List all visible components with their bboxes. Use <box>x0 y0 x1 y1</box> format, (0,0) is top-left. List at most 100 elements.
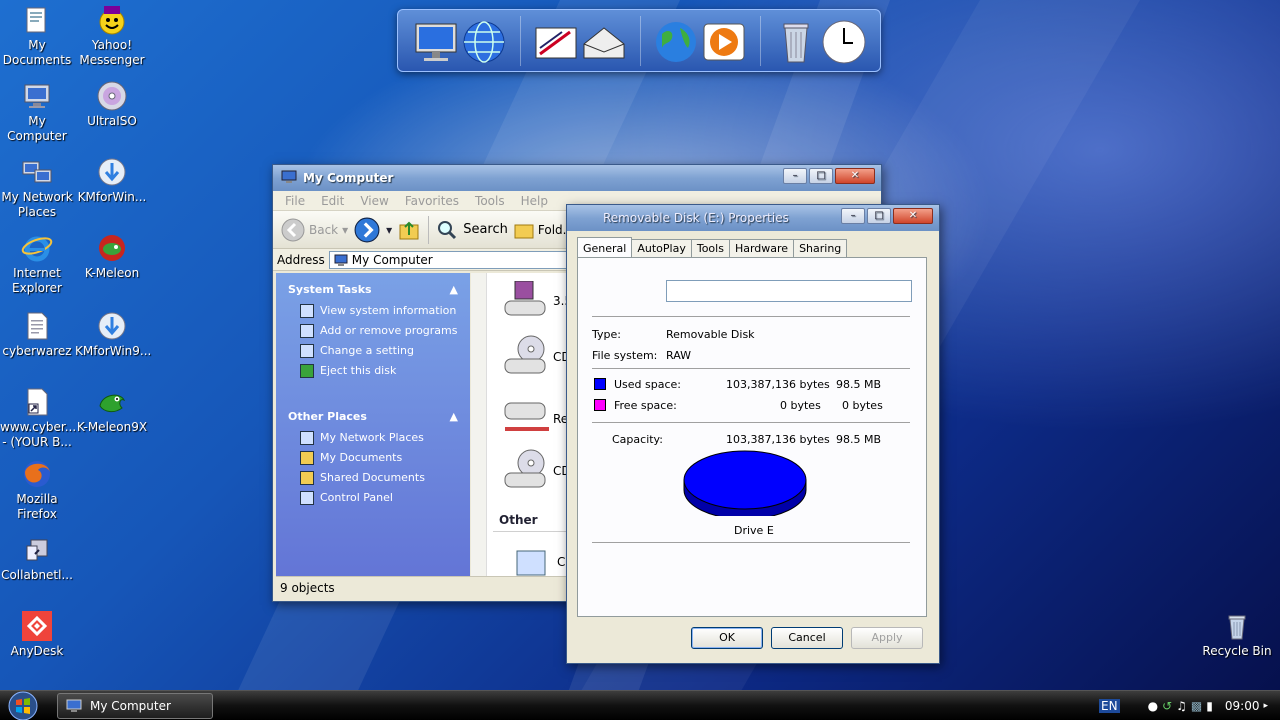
dock-mail-icon[interactable] <box>580 18 628 66</box>
collapse-icon[interactable]: ▲ <box>450 410 458 423</box>
place-my-documents[interactable]: My Documents <box>288 451 458 465</box>
drive-item[interactable]: 3.5 <box>501 281 572 321</box>
desktop-icon-kmforwin9[interactable]: KMforWin9... <box>75 310 151 359</box>
desktop-icon-label: Collabnetl... <box>1 568 73 582</box>
tab-tools[interactable]: Tools <box>690 239 730 257</box>
desktop-icon-k-meleon9x[interactable]: K-Meleon9X <box>75 386 149 435</box>
dock-earth-icon[interactable] <box>652 18 700 66</box>
task-add-remove-programs[interactable]: Add or remove programs <box>288 324 458 338</box>
menu-view[interactable]: View <box>360 194 388 208</box>
taskbar-item-my-computer[interactable]: My Computer <box>57 693 213 719</box>
tray-safely-remove-icon[interactable]: ▩ <box>1191 699 1202 713</box>
kmeleon9x-icon <box>96 386 128 418</box>
desktop-icon-my-network-places[interactable]: My Network Places <box>0 156 74 220</box>
maximize-button[interactable]: □ <box>867 208 891 224</box>
installer-icon <box>96 156 128 188</box>
properties-titlebar[interactable]: Removable Disk (E:) Properties – □ ✕ <box>567 205 939 231</box>
tray-volume-icon[interactable]: ♫ <box>1176 699 1187 713</box>
desktop-icon-internet-explorer[interactable]: Internet Explorer <box>0 232 74 296</box>
close-button[interactable]: ✕ <box>893 208 933 224</box>
minimize-button[interactable]: – <box>841 208 865 224</box>
my-computer-titlebar[interactable]: My Computer – □ ✕ <box>273 165 881 191</box>
desktop-icon-kmforwin[interactable]: KMforWin... <box>75 156 149 205</box>
desktop-icon-my-documents[interactable]: My Documents <box>0 4 74 68</box>
place-shared-documents[interactable]: Shared Documents <box>288 471 458 485</box>
folder-icon <box>514 224 534 238</box>
menu-help[interactable]: Help <box>521 194 548 208</box>
clock[interactable]: 09:00 <box>1225 699 1260 713</box>
properties-dialog[interactable]: Removable Disk (E:) Properties – □ ✕ Gen… <box>566 204 940 664</box>
menu-tools[interactable]: Tools <box>475 194 505 208</box>
other-places-header[interactable]: Other Places ▲ <box>288 410 458 423</box>
vertical-scrollbar[interactable] <box>471 273 487 577</box>
task-pane: System Tasks ▲ View system information Ad… <box>276 273 470 577</box>
desktop-icon-collabnet[interactable]: Collabnetl... <box>0 534 74 583</box>
language-indicator[interactable]: EN <box>1099 699 1120 713</box>
drive-name-input[interactable] <box>666 280 912 302</box>
desktop-icon-label: K-Meleon9X <box>76 420 148 434</box>
desktop-icon-cyberwarez[interactable]: cyberwarez <box>0 310 74 359</box>
drive-item[interactable]: CD <box>501 449 571 493</box>
close-button[interactable]: ✕ <box>835 168 875 184</box>
dock-bar <box>397 9 881 72</box>
clock-arrow-icon[interactable]: ▸ <box>1263 701 1268 711</box>
desktop-icon-cyber-shortcut[interactable]: www.cyber... - (YOUR B... <box>0 386 76 450</box>
desktop-icon-k-meleon[interactable]: K-Meleon <box>75 232 149 281</box>
menu-edit[interactable]: Edit <box>321 194 344 208</box>
control-panel-icon <box>300 344 314 358</box>
eject-icon <box>300 364 314 378</box>
desktop-icon-label: AnyDesk <box>10 644 64 658</box>
yahoo-icon <box>96 4 128 36</box>
desktop-icon-ultraiso[interactable]: UltraISO <box>75 80 149 129</box>
maximize-button[interactable]: □ <box>809 168 833 184</box>
tab-strip: General AutoPlay Tools Hardware Sharing <box>577 237 939 257</box>
minimize-button[interactable]: – <box>783 168 807 184</box>
desktop-icon-mozilla-firefox[interactable]: Mozilla Firefox <box>0 458 74 522</box>
cancel-button[interactable]: Cancel <box>771 627 843 649</box>
tab-hardware[interactable]: Hardware <box>728 239 795 257</box>
dock-paint-icon[interactable] <box>532 18 580 66</box>
control-item[interactable]: Co <box>511 547 573 577</box>
desktop-icon-yahoo-messenger[interactable]: Yahoo! Messenger <box>75 4 149 68</box>
forward-dropdown-icon[interactable]: ▾ <box>386 223 392 237</box>
place-control-panel[interactable]: Control Panel <box>288 491 458 505</box>
menu-favorites[interactable]: Favorites <box>405 194 459 208</box>
file-system-label: File system: <box>592 349 658 362</box>
system-tasks-header[interactable]: System Tasks ▲ <box>288 283 458 296</box>
tab-general[interactable]: General <box>577 237 633 257</box>
place-my-network-places[interactable]: My Network Places <box>288 431 458 445</box>
back-button[interactable]: Back ▾ <box>281 218 348 242</box>
task-view-system-info[interactable]: View system information <box>288 304 458 318</box>
desktop-icon-recycle-bin[interactable]: Recycle Bin <box>1200 610 1274 659</box>
forward-arrow-icon[interactable] <box>354 217 380 243</box>
collapse-icon[interactable]: ▲ <box>450 283 458 296</box>
tab-sharing[interactable]: Sharing <box>793 239 848 257</box>
dock-media-player-icon[interactable] <box>700 18 748 66</box>
drive-item[interactable]: CD <box>501 335 571 379</box>
dock-globe-icon[interactable] <box>460 18 508 66</box>
desktop-icon-anydesk[interactable]: AnyDesk <box>0 610 74 659</box>
task-change-setting[interactable]: Change a setting <box>288 344 458 358</box>
tab-autoplay[interactable]: AutoPlay <box>631 239 692 257</box>
recycle-bin-icon <box>1221 610 1253 642</box>
task-eject-disk[interactable]: Eject this disk <box>288 364 458 378</box>
desktop-icon-my-computer[interactable]: My Computer <box>0 80 74 144</box>
start-button[interactable] <box>6 691 42 720</box>
windows-orb-icon <box>8 691 38 720</box>
dock-recycle-bin-icon[interactable] <box>772 18 820 66</box>
tray-sync-icon[interactable]: ↺ <box>1162 699 1172 713</box>
apply-button[interactable]: Apply <box>851 627 923 649</box>
menu-file[interactable]: File <box>285 194 305 208</box>
used-space-label: Used space: <box>614 378 682 391</box>
ok-button[interactable]: OK <box>691 627 763 649</box>
desktop-icon-label: My Computer <box>7 114 67 143</box>
tray-network-icon[interactable]: ● <box>1148 699 1158 713</box>
dock-computer-icon[interactable] <box>412 18 460 66</box>
collabnet-icon <box>21 534 53 566</box>
search-button[interactable]: Search <box>437 220 508 240</box>
dock-clock-icon[interactable] <box>820 18 868 66</box>
computer-icon <box>281 170 297 187</box>
tray-signal-icon[interactable]: ▮ <box>1206 699 1213 713</box>
up-folder-icon[interactable] <box>398 219 420 241</box>
drive-item[interactable]: Re <box>501 397 568 441</box>
